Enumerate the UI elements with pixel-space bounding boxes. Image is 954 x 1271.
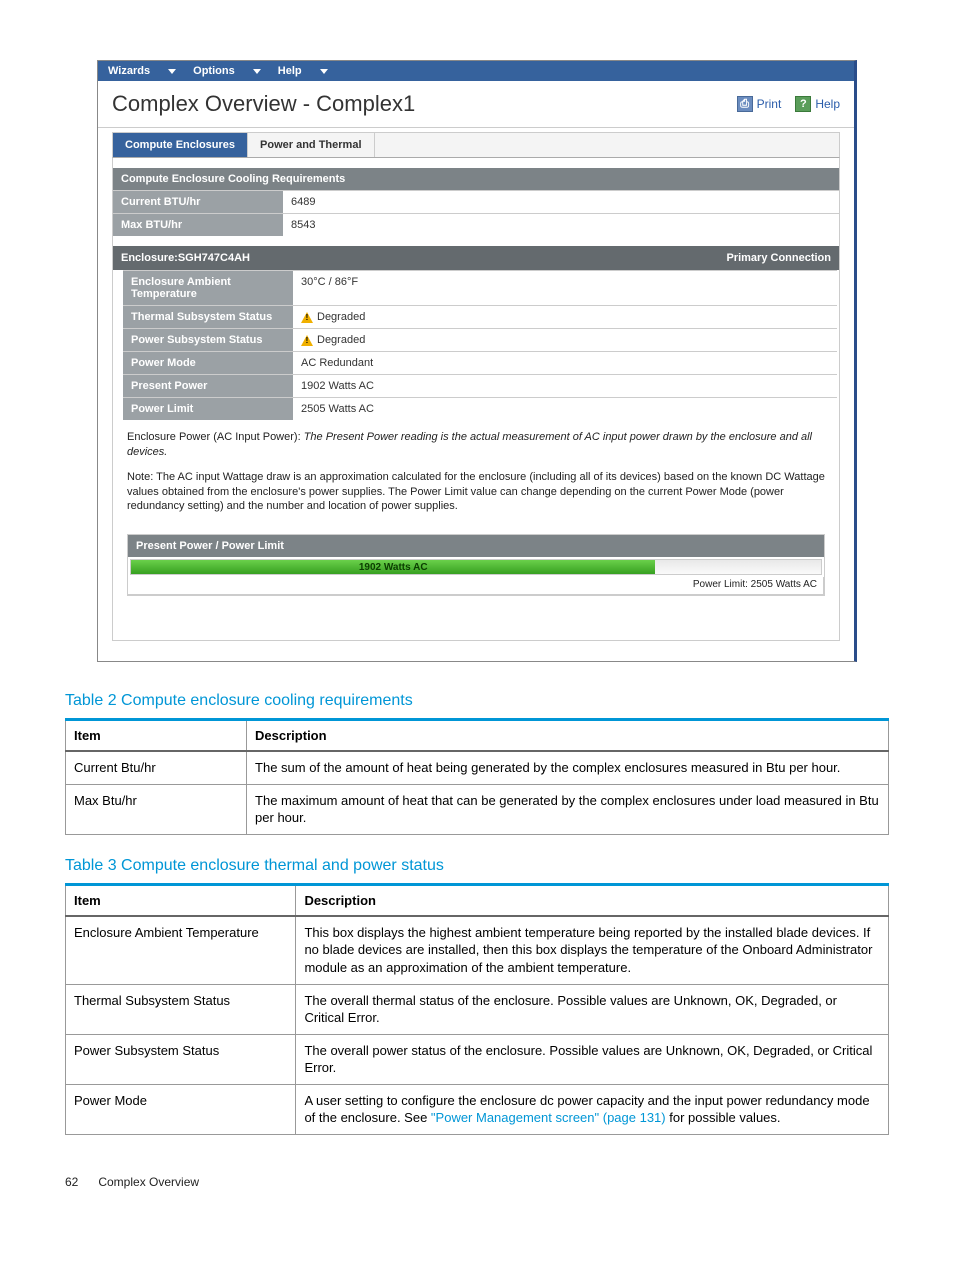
- power-mgmt-link[interactable]: "Power Management screen" (page 131): [431, 1110, 666, 1125]
- help-button[interactable]: ? Help: [795, 96, 840, 112]
- footer-section: Complex Overview: [98, 1175, 199, 1189]
- page-footer: 62 Complex Overview: [65, 1175, 889, 1189]
- table2-h1: Item: [66, 720, 247, 752]
- content-panel: Compute Enclosure Cooling Requirements C…: [112, 158, 840, 641]
- chevron-down-icon: [168, 69, 176, 74]
- table3-h1: Item: [66, 884, 296, 916]
- table-row: Power Subsystem StatusThe overall power …: [66, 1034, 889, 1084]
- table-row: Enclosure Ambient TemperatureThis box di…: [66, 916, 889, 984]
- table2-title: Table 2 Compute enclosure cooling requir…: [65, 692, 889, 710]
- power-bar-limit-label: Power Limit: 2505 Watts AC: [128, 577, 824, 595]
- table-row: Thermal Subsystem StatusThe overall ther…: [66, 984, 889, 1034]
- page-number: 62: [65, 1175, 95, 1189]
- power-limit-label: Power Limit: [123, 398, 293, 420]
- print-button[interactable]: ⎙ Print: [737, 96, 782, 112]
- power-bar-fill: 1902 Watts AC: [131, 560, 655, 574]
- table-row: Max Btu/hrThe maximum amount of heat tha…: [66, 784, 889, 834]
- current-btu-label: Current BTU/hr: [113, 191, 283, 213]
- ambient-temp-label: Enclosure Ambient Temperature: [123, 271, 293, 305]
- power-mode-label: Power Mode: [123, 352, 293, 374]
- max-btu-value: 8543: [283, 214, 839, 236]
- tab-compute-enclosures[interactable]: Compute Enclosures: [113, 133, 248, 157]
- page-title: Complex Overview - Complex1: [112, 91, 415, 117]
- menu-options[interactable]: Options: [193, 65, 261, 77]
- thermal-status-value: Degraded: [293, 306, 837, 328]
- max-btu-label: Max BTU/hr: [113, 214, 283, 236]
- table-row: Current Btu/hrThe sum of the amount of h…: [66, 751, 889, 784]
- help-icon: ?: [795, 96, 811, 112]
- power-bar-box: Present Power / Power Limit 1902 Watts A…: [127, 534, 825, 596]
- enclosure-heading: Enclosure:SGH747C4AH Primary Connection: [113, 246, 839, 270]
- menu-wizards[interactable]: Wizards: [108, 65, 176, 77]
- power-limit-value: 2505 Watts AC: [293, 398, 837, 420]
- table3: Item Description Enclosure Ambient Tempe…: [65, 883, 889, 1135]
- power-mode-value: AC Redundant: [293, 352, 837, 374]
- chevron-down-icon: [253, 69, 261, 74]
- current-btu-value: 6489: [283, 191, 839, 213]
- table3-title: Table 3 Compute enclosure thermal and po…: [65, 857, 889, 875]
- power-notes: Enclosure Power (AC Input Power): The Pr…: [113, 420, 839, 534]
- table-row: Power Mode A user setting to configure t…: [66, 1084, 889, 1134]
- table2: Item Description Current Btu/hrThe sum o…: [65, 718, 889, 835]
- chevron-down-icon: [320, 69, 328, 74]
- app-screenshot: Wizards Options Help Complex Overview - …: [97, 60, 857, 662]
- tab-bar: Compute Enclosures Power and Thermal: [112, 132, 840, 158]
- power-bar-heading: Present Power / Power Limit: [128, 535, 824, 557]
- power-sub-label: Power Subsystem Status: [123, 329, 293, 351]
- table3-h2: Description: [296, 884, 889, 916]
- warning-icon: [301, 335, 313, 346]
- warning-icon: [301, 312, 313, 323]
- cooling-req-heading: Compute Enclosure Cooling Requirements: [113, 168, 839, 190]
- power-bar-track: 1902 Watts AC: [130, 559, 822, 575]
- tab-power-thermal[interactable]: Power and Thermal: [248, 133, 374, 157]
- present-power-label: Present Power: [123, 375, 293, 397]
- present-power-value: 1902 Watts AC: [293, 375, 837, 397]
- thermal-status-label: Thermal Subsystem Status: [123, 306, 293, 328]
- print-icon: ⎙: [737, 96, 753, 112]
- table2-h2: Description: [247, 720, 889, 752]
- menu-bar: Wizards Options Help: [98, 61, 854, 81]
- power-sub-value: Degraded: [293, 329, 837, 351]
- menu-help[interactable]: Help: [278, 65, 328, 77]
- ambient-temp-value: 30°C / 86°F: [293, 271, 837, 305]
